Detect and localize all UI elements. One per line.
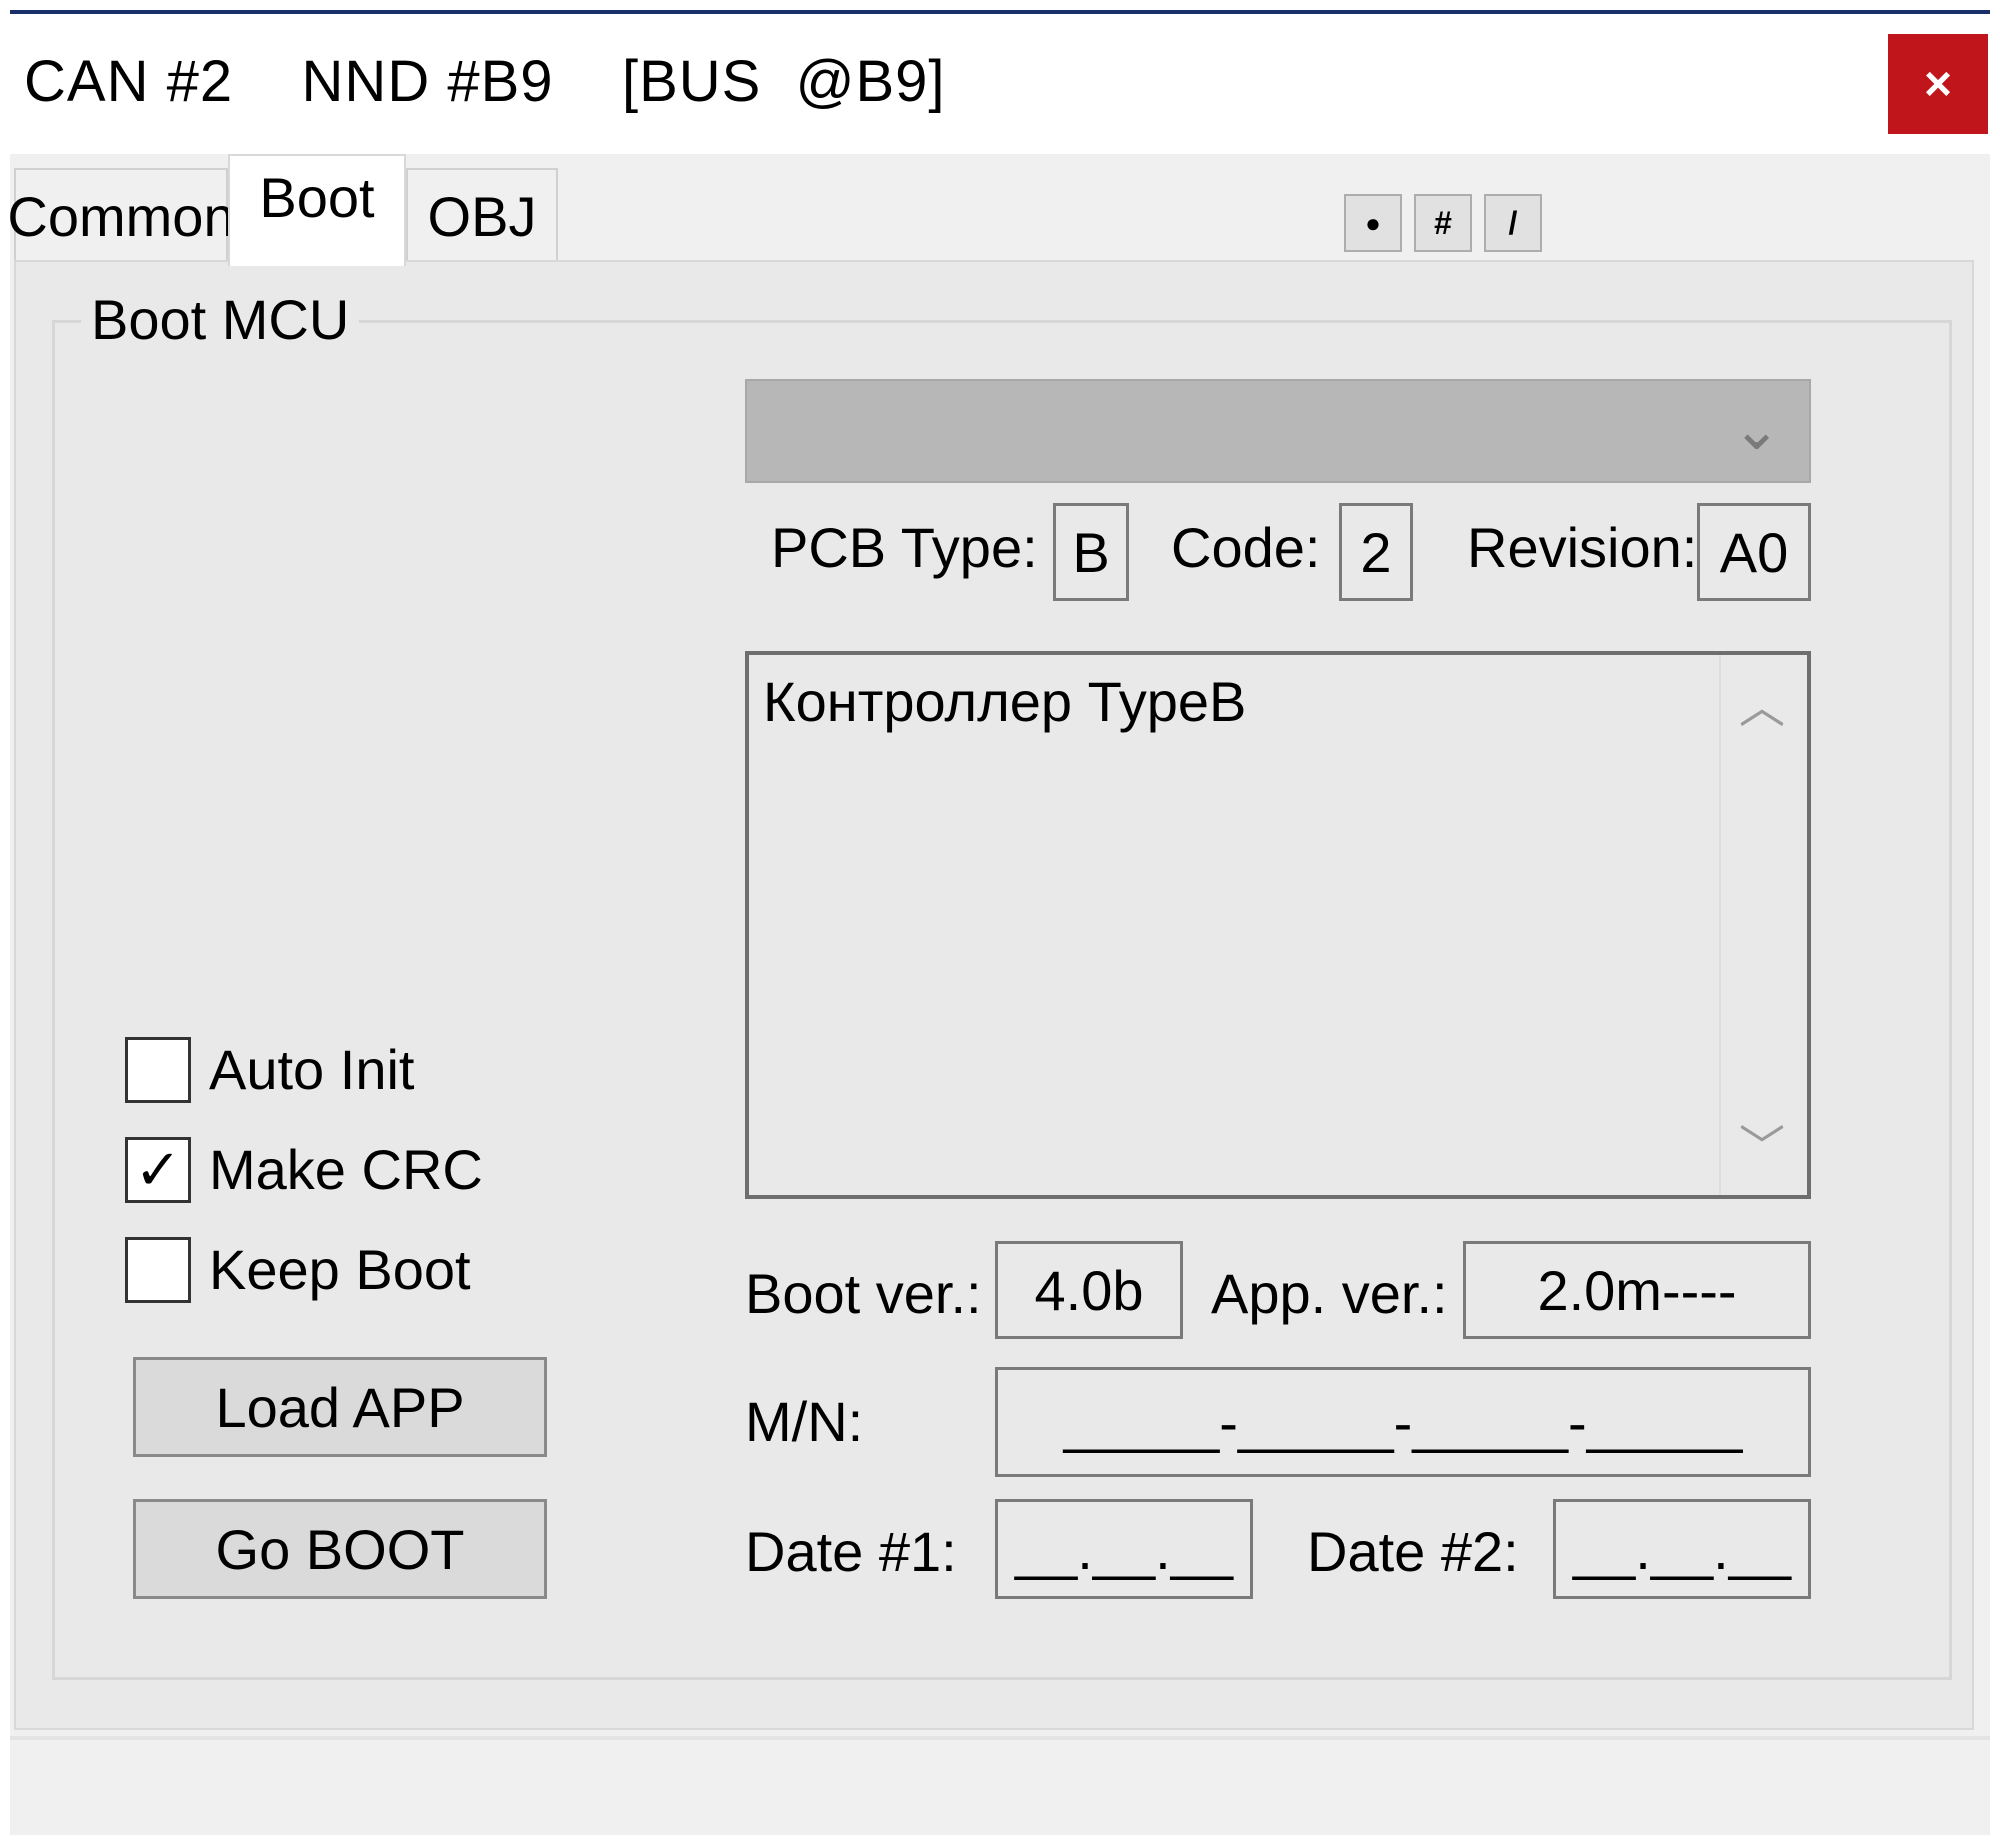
date1-label: Date #1: (745, 1520, 957, 1583)
auto-init-checkbox[interactable] (125, 1037, 191, 1103)
boot-mcu-group: Boot MCU ⌄ PCB Type: B Code: 2 Revision:… (52, 287, 1952, 1680)
tab-common[interactable]: Common (7, 168, 235, 262)
keep-boot-label[interactable]: Keep Boot (209, 1237, 471, 1302)
code-label: Code: (1171, 516, 1321, 579)
auto-init-label[interactable]: Auto Init (209, 1037, 414, 1102)
revision-label: Revision: (1467, 516, 1698, 579)
description-textarea[interactable]: Контроллер TypeB ︿ ﹀ (745, 651, 1811, 1199)
mn-label: M/N: (745, 1390, 864, 1453)
mn-field[interactable]: _____-_____-_____-_____ (995, 1367, 1811, 1477)
chevron-down-icon[interactable]: ﹀ (1739, 1111, 1785, 1177)
hash-button[interactable]: # (1414, 194, 1472, 252)
dot-button[interactable]: ● (1344, 194, 1402, 252)
date1-field[interactable]: __.__.__ (995, 1499, 1253, 1599)
app-window: CAN #2 NND #B9 [BUS @B9] × Common Boot O… (7, 10, 1990, 1835)
app-ver-field[interactable]: 2.0m---- (1463, 1241, 1811, 1339)
description-scrollbar[interactable]: ︿ ﹀ (1719, 655, 1807, 1195)
window-title: CAN #2 NND #B9 [BUS @B9] (24, 49, 946, 114)
tab-obj[interactable]: OBJ (406, 168, 558, 262)
tab-strip: Common Boot OBJ ● # / (7, 154, 1990, 266)
code-field[interactable]: 2 (1339, 503, 1413, 601)
revision-field[interactable]: A0 (1697, 503, 1811, 601)
close-icon: × (1923, 57, 1953, 111)
tab-boot[interactable]: Boot (228, 154, 406, 266)
description-text: Контроллер TypeB (763, 670, 1247, 733)
go-boot-button[interactable]: Go BOOT (133, 1499, 547, 1599)
group-title: Boot MCU (81, 287, 360, 352)
app-ver-label: App. ver.: (1211, 1262, 1448, 1325)
dot-icon: ● (1365, 207, 1381, 238)
boot-ver-label: Boot ver.: (745, 1262, 982, 1325)
chevron-down-icon: ⌄ (1732, 397, 1781, 462)
mcu-select[interactable]: ⌄ (745, 379, 1811, 483)
date2-field[interactable]: __.__.__ (1553, 1499, 1811, 1599)
pcb-type-label: PCB Type: (771, 516, 1038, 579)
date2-label: Date #2: (1307, 1520, 1519, 1583)
keep-boot-checkbox[interactable] (125, 1237, 191, 1303)
boot-ver-field[interactable]: 4.0b (995, 1241, 1183, 1339)
make-crc-label[interactable]: Make CRC (209, 1137, 483, 1202)
load-app-button[interactable]: Load APP (133, 1357, 547, 1457)
boot-tab-page: Boot MCU ⌄ PCB Type: B Code: 2 Revision:… (14, 260, 1974, 1730)
status-bar (10, 1736, 1990, 1835)
pcb-type-field[interactable]: B (1053, 503, 1129, 601)
chevron-up-icon[interactable]: ︿ (1739, 671, 1785, 737)
make-crc-checkbox[interactable]: ✓ (125, 1137, 191, 1203)
close-button[interactable]: × (1888, 34, 1988, 134)
title-bar: CAN #2 NND #B9 [BUS @B9] × (10, 14, 1990, 154)
slash-button[interactable]: / (1484, 194, 1542, 252)
